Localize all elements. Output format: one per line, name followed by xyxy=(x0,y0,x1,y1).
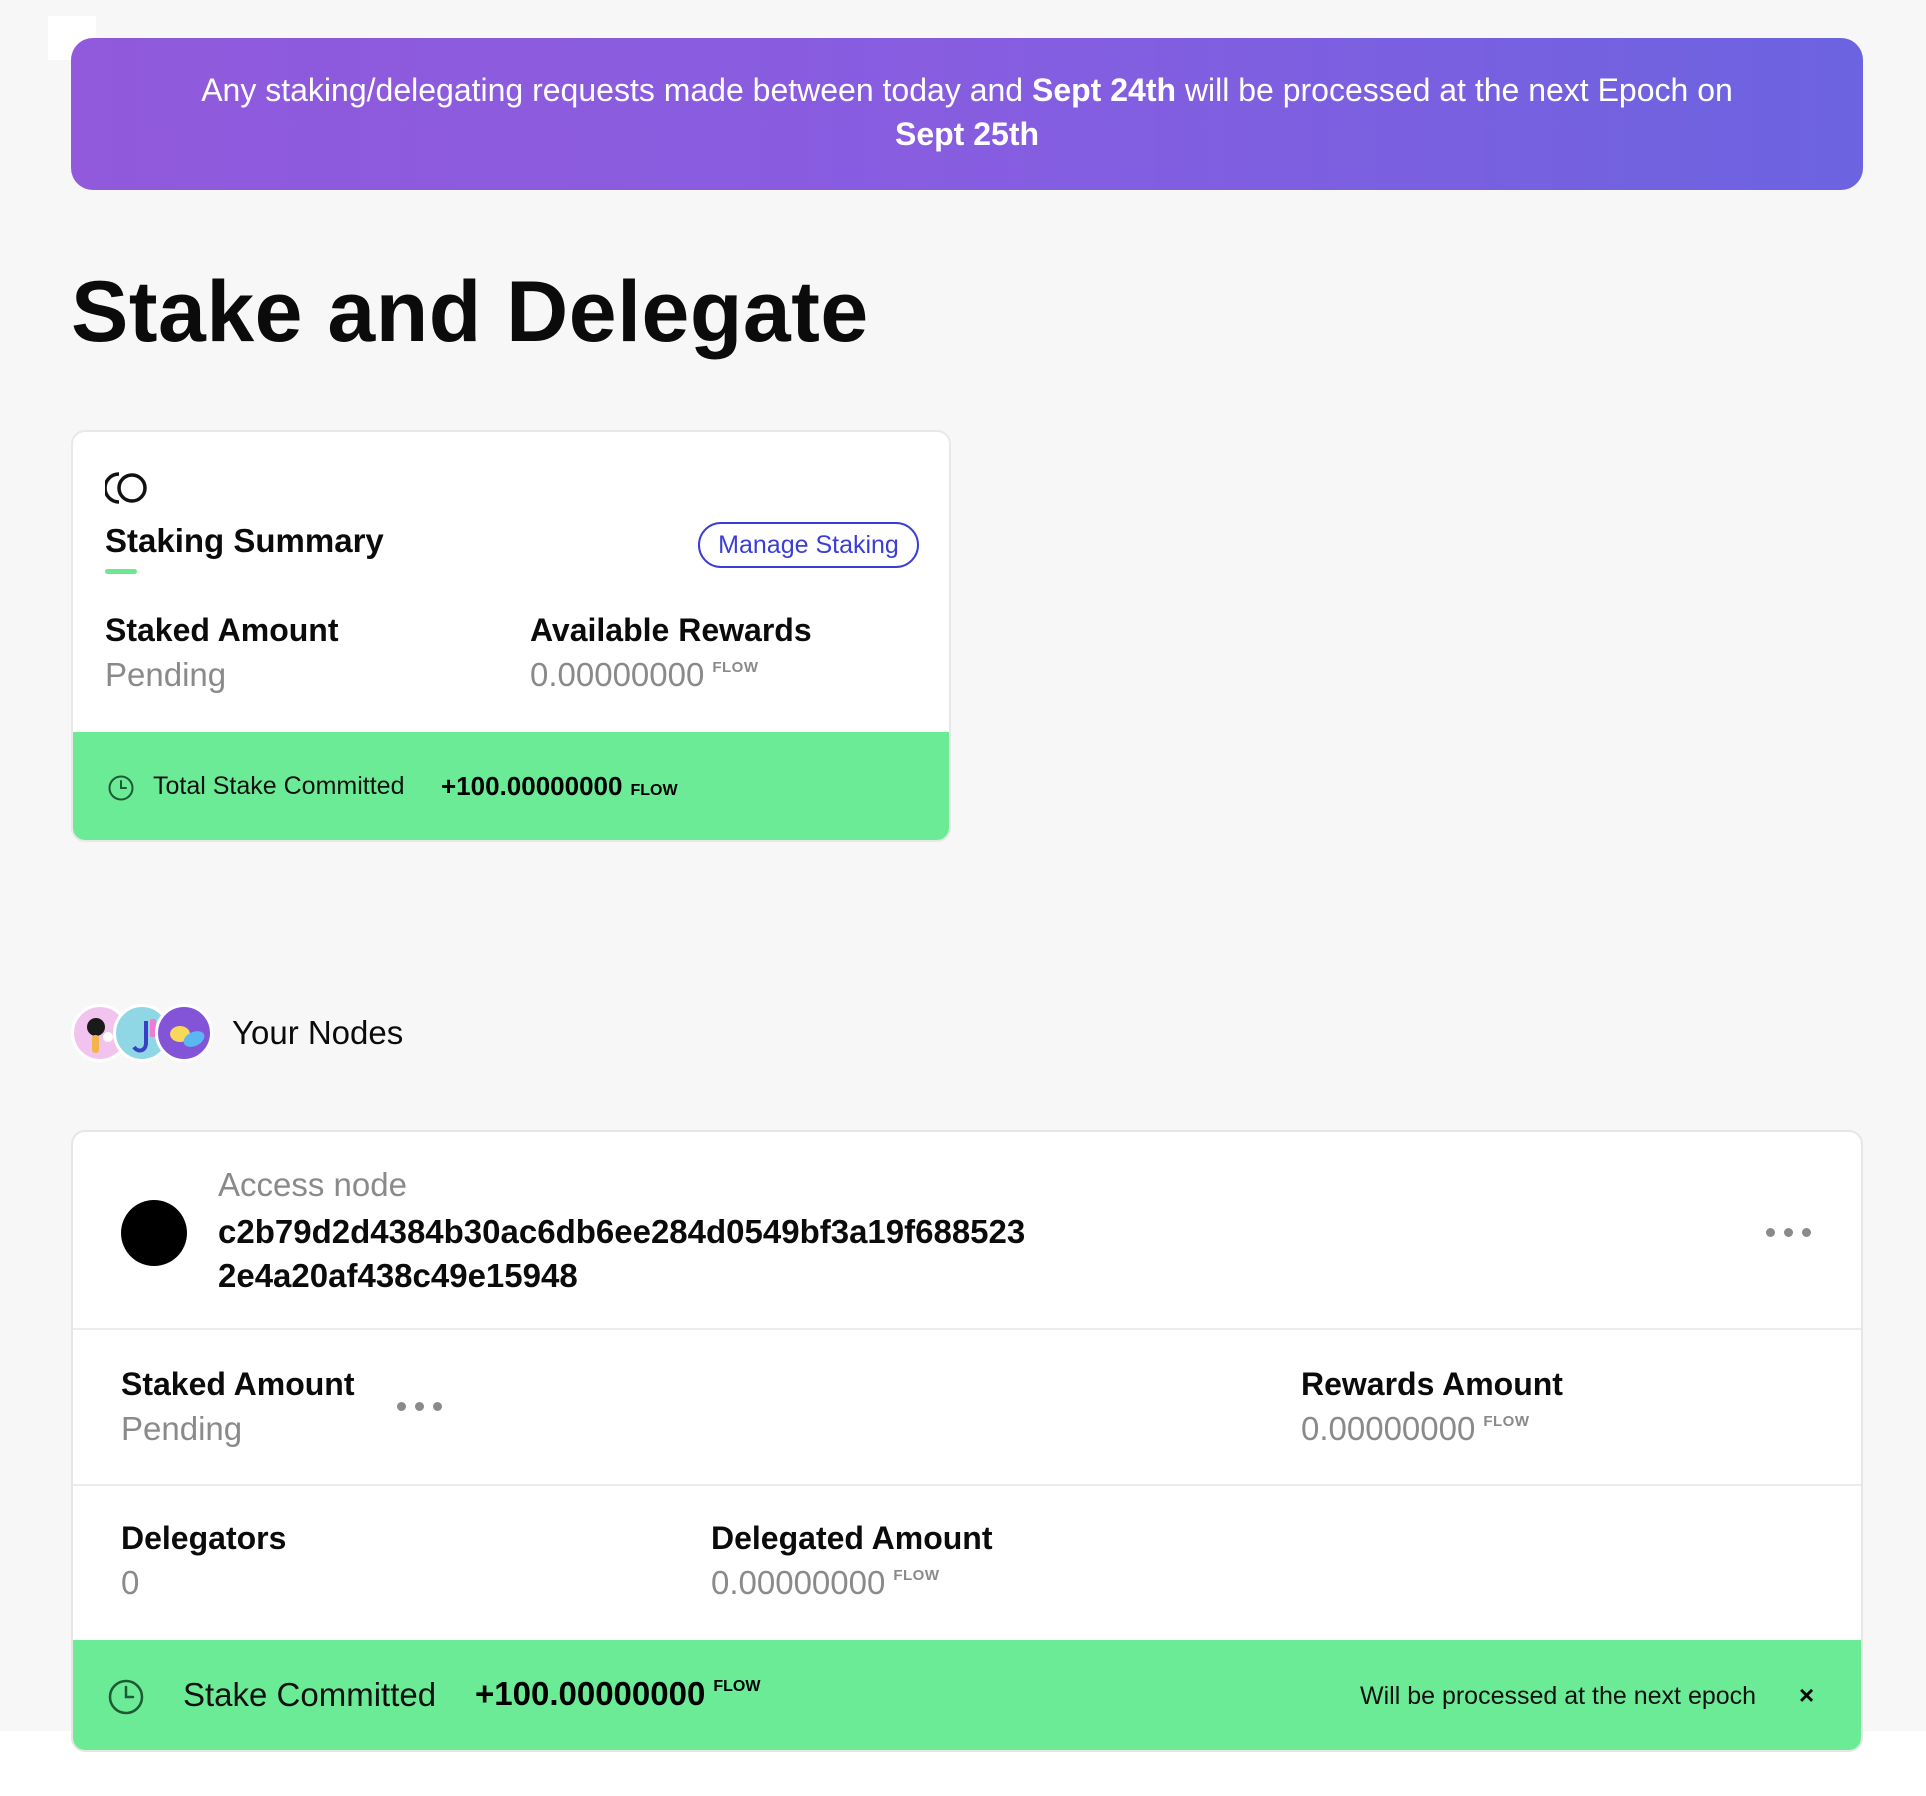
node-avatars xyxy=(71,1004,221,1064)
node-rewards-unit: FLOW xyxy=(1483,1413,1530,1430)
node-status-dot xyxy=(121,1200,187,1266)
page-title: Stake and Delegate xyxy=(71,264,869,360)
stake-committed-bar: Stake Committed +100.00000000 FLOW Will b… xyxy=(73,1640,1861,1750)
node-rewards-value: 0.00000000 FLOW xyxy=(1301,1410,1530,1448)
total-stake-committed-label: Total Stake Committed xyxy=(153,772,405,800)
clock-icon xyxy=(108,1679,144,1715)
summary-title: Staking Summary xyxy=(105,522,384,559)
node-staked-value: Pending xyxy=(121,1410,243,1447)
banner-date-1: Sept 24th xyxy=(1031,72,1177,108)
total-stake-committed-number: +100.00000000 xyxy=(441,771,623,801)
manage-staking-button[interactable]: Manage Staking xyxy=(698,522,919,568)
staking-summary-card: Staking Summary Manage Staking Staked Am… xyxy=(71,430,951,842)
available-rewards-label: Available Rewards xyxy=(530,612,812,648)
stake-committed-unit: FLOW xyxy=(713,1678,761,1695)
node-rewards-label: Rewards Amount xyxy=(1301,1366,1563,1402)
stake-committed-value: +100.00000000 FLOW xyxy=(475,1675,760,1713)
summary-title-underline xyxy=(105,569,137,574)
node-card: Access node c2b79d2d4384b30ac6db6ee284d0… xyxy=(71,1130,1863,1752)
node-id: c2b79d2d4384b30ac6db6ee284d0549bf3a19f68… xyxy=(218,1213,1026,1294)
available-rewards-value: 0.00000000 FLOW xyxy=(530,656,759,694)
total-stake-committed-bar: Total Stake Committed +100.00000000 FLOW xyxy=(73,732,949,840)
epoch-announcement-banner: Any staking/delegating requests made bet… xyxy=(71,38,1863,190)
node-rewards-number: 0.00000000 xyxy=(1301,1410,1476,1447)
staked-amount-value: Pending xyxy=(105,656,227,693)
divider xyxy=(73,1328,1861,1330)
available-rewards-number: 0.00000000 xyxy=(530,656,705,693)
delegated-amount-value: 0.00000000 FLOW xyxy=(711,1564,940,1602)
delegated-amount-number: 0.00000000 xyxy=(711,1564,886,1601)
avatar xyxy=(155,1004,213,1062)
available-rewards-unit: FLOW xyxy=(712,659,759,676)
delegated-amount-label: Delegated Amount xyxy=(711,1520,993,1556)
staked-amount-options-button[interactable] xyxy=(397,1402,442,1411)
clock-icon xyxy=(108,775,134,801)
divider xyxy=(73,1484,1861,1486)
stake-committed-label: Stake Committed xyxy=(183,1676,437,1713)
delegated-amount-unit: FLOW xyxy=(893,1567,940,1584)
total-stake-committed-value: +100.00000000 FLOW xyxy=(441,771,678,802)
total-stake-committed-unit: FLOW xyxy=(630,782,678,799)
dismiss-button[interactable]: × xyxy=(1799,1680,1814,1711)
banner-text-2: will be processed at the next Epoch on xyxy=(1176,72,1733,108)
stake-committed-note: Will be processed at the next epoch xyxy=(1360,1682,1757,1710)
node-staked-label: Staked Amount xyxy=(121,1366,355,1402)
stake-committed-number: +100.00000000 xyxy=(475,1675,706,1712)
flow-logo-icon xyxy=(105,472,147,504)
delegators-value: 0 xyxy=(121,1564,140,1601)
delegators-label: Delegators xyxy=(121,1520,287,1556)
node-options-button[interactable] xyxy=(1766,1228,1811,1237)
your-nodes-title: Your Nodes xyxy=(232,1014,404,1051)
banner-date-2: Sept 25th xyxy=(894,116,1040,152)
staked-amount-label: Staked Amount xyxy=(105,612,339,648)
banner-text-1: Any staking/delegating requests made bet… xyxy=(201,72,1032,108)
node-type: Access node xyxy=(218,1166,407,1203)
